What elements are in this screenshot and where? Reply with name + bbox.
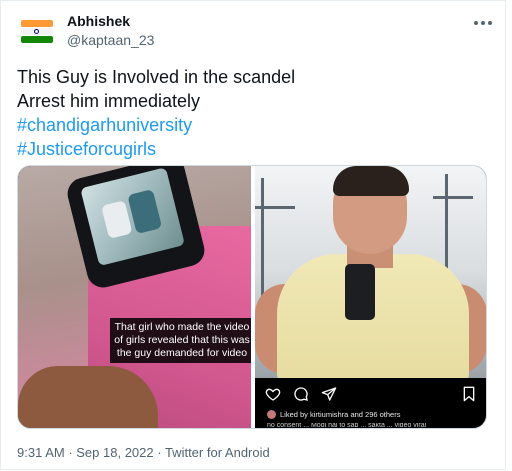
gym-equipment	[261, 178, 264, 298]
tweet-line-1: This Guy is Involved in the scandel	[17, 67, 296, 87]
tweet-source[interactable]: Twitter for Android	[165, 445, 270, 460]
comment-icon[interactable]	[293, 386, 309, 402]
meta-separator: ·	[64, 445, 77, 460]
heart-icon[interactable]	[265, 386, 281, 402]
tweet-text: This Guy is Involved in the scandel Arre…	[17, 65, 487, 161]
hashtag-link[interactable]: #chandigarhuniversity	[17, 113, 487, 137]
liker-avatar	[267, 410, 276, 419]
share-icon[interactable]	[321, 386, 337, 402]
bookmark-icon[interactable]	[462, 386, 476, 402]
media-image-left[interactable]: That girl who made the video of girls re…	[18, 166, 251, 428]
gym-equipment	[433, 196, 473, 199]
tweet-meta: 9:31 AM · Sep 18, 2022 · Twitter for And…	[17, 445, 270, 460]
instagram-caption-cut: no consent ... Modi hai to sab ... sakta…	[267, 423, 427, 429]
tweet-date[interactable]: Sep 18, 2022	[76, 445, 153, 460]
flag-saffron-stripe	[21, 20, 53, 27]
screen-figure	[127, 189, 163, 235]
likes-line: Liked by kirtiumishra and 296 others	[267, 410, 400, 419]
hashtag-link[interactable]: #Justiceforcugirls	[17, 137, 487, 161]
hand-shape	[18, 366, 158, 428]
likes-text: Liked by kirtiumishra and 296 others	[280, 410, 401, 419]
instagram-action-bar: Liked by kirtiumishra and 296 others no …	[255, 378, 486, 429]
author-name[interactable]: Abhishek	[67, 13, 130, 29]
ashoka-chakra-icon	[34, 29, 39, 34]
phone-screen	[80, 167, 185, 267]
tweet-card: Abhishek @kaptaan_23 This Guy is Involve…	[0, 0, 506, 470]
screen-figure	[101, 200, 133, 239]
person-hair	[333, 166, 409, 196]
india-flag-icon[interactable]	[17, 11, 57, 51]
author-handle[interactable]: @kaptaan_23	[67, 32, 154, 48]
video-caption: That girl who made the video of girls re…	[110, 318, 251, 363]
gym-equipment	[255, 206, 295, 209]
meta-separator: ·	[153, 445, 165, 460]
more-options-icon[interactable]	[471, 11, 495, 35]
flag-green-stripe	[21, 36, 53, 43]
media-image-right[interactable]: Liked by kirtiumishra and 296 others no …	[255, 166, 486, 429]
tweet-media[interactable]: That girl who made the video of girls re…	[17, 165, 487, 429]
tweet-line-2: Arrest him immediately	[17, 91, 201, 111]
tweet-time[interactable]: 9:31 AM	[17, 445, 65, 460]
selfie-phone	[345, 264, 375, 320]
